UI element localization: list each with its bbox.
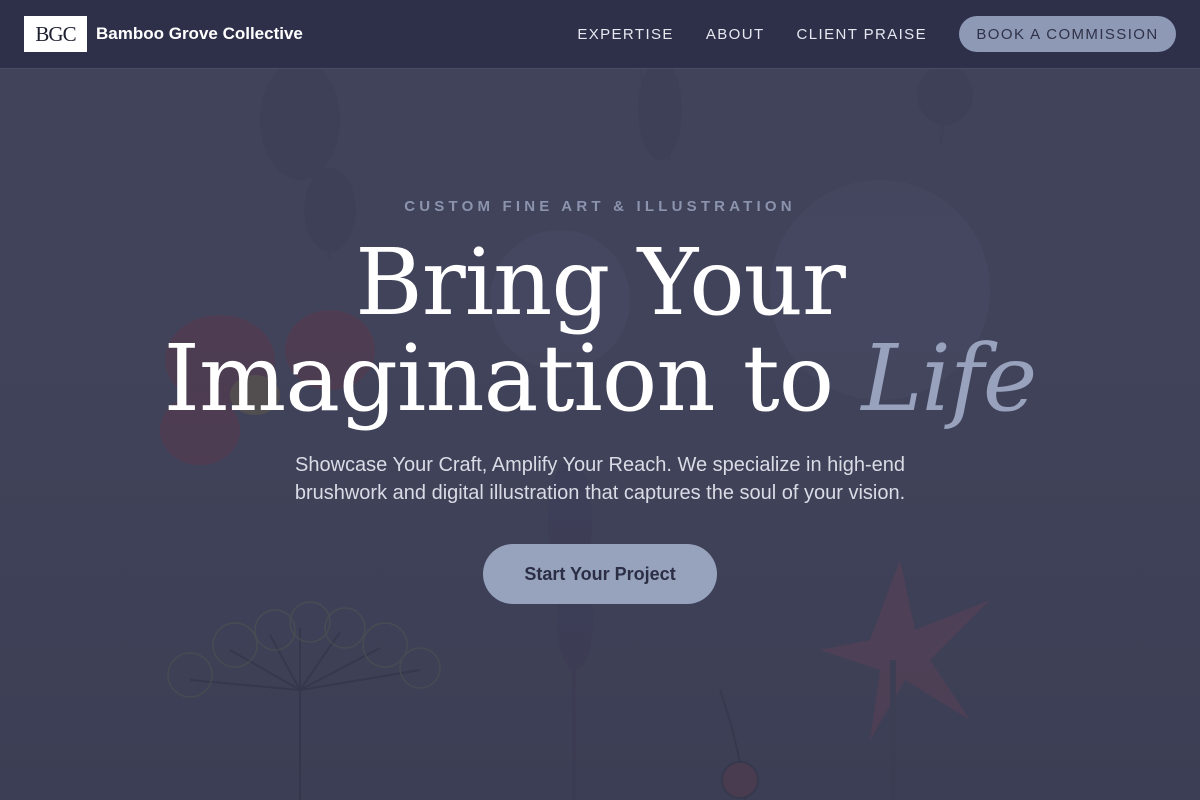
nav-about[interactable]: ABOUT	[706, 26, 765, 43]
hero-section: CUSTOM FINE ART & ILLUSTRATION Bring You…	[0, 69, 1200, 800]
headline-accent-word: Life	[861, 325, 1037, 432]
site-header: BGC Bamboo Grove Collective EXPERTISE AB…	[0, 0, 1200, 69]
main-nav: EXPERTISE ABOUT CLIENT PRAISE BOOK A COM…	[577, 16, 1176, 52]
nav-expertise[interactable]: EXPERTISE	[577, 26, 674, 43]
book-commission-button[interactable]: BOOK A COMMISSION	[959, 16, 1176, 52]
headline-line-1: Bring Your	[355, 229, 846, 336]
hero-eyebrow: CUSTOM FINE ART & ILLUSTRATION	[404, 198, 796, 215]
start-project-button[interactable]: Start Your Project	[483, 544, 717, 604]
brand-name[interactable]: Bamboo Grove Collective	[96, 24, 303, 44]
logo[interactable]: BGC	[24, 16, 87, 52]
brand[interactable]: BGC Bamboo Grove Collective	[24, 16, 303, 52]
hero-subcopy: Showcase Your Craft, Amplify Your Reach.…	[294, 454, 906, 504]
hero-headline: Bring Your Imagination to Life	[0, 235, 1200, 427]
headline-line-2: Imagination to	[163, 325, 834, 432]
nav-client-praise[interactable]: CLIENT PRAISE	[797, 26, 927, 43]
